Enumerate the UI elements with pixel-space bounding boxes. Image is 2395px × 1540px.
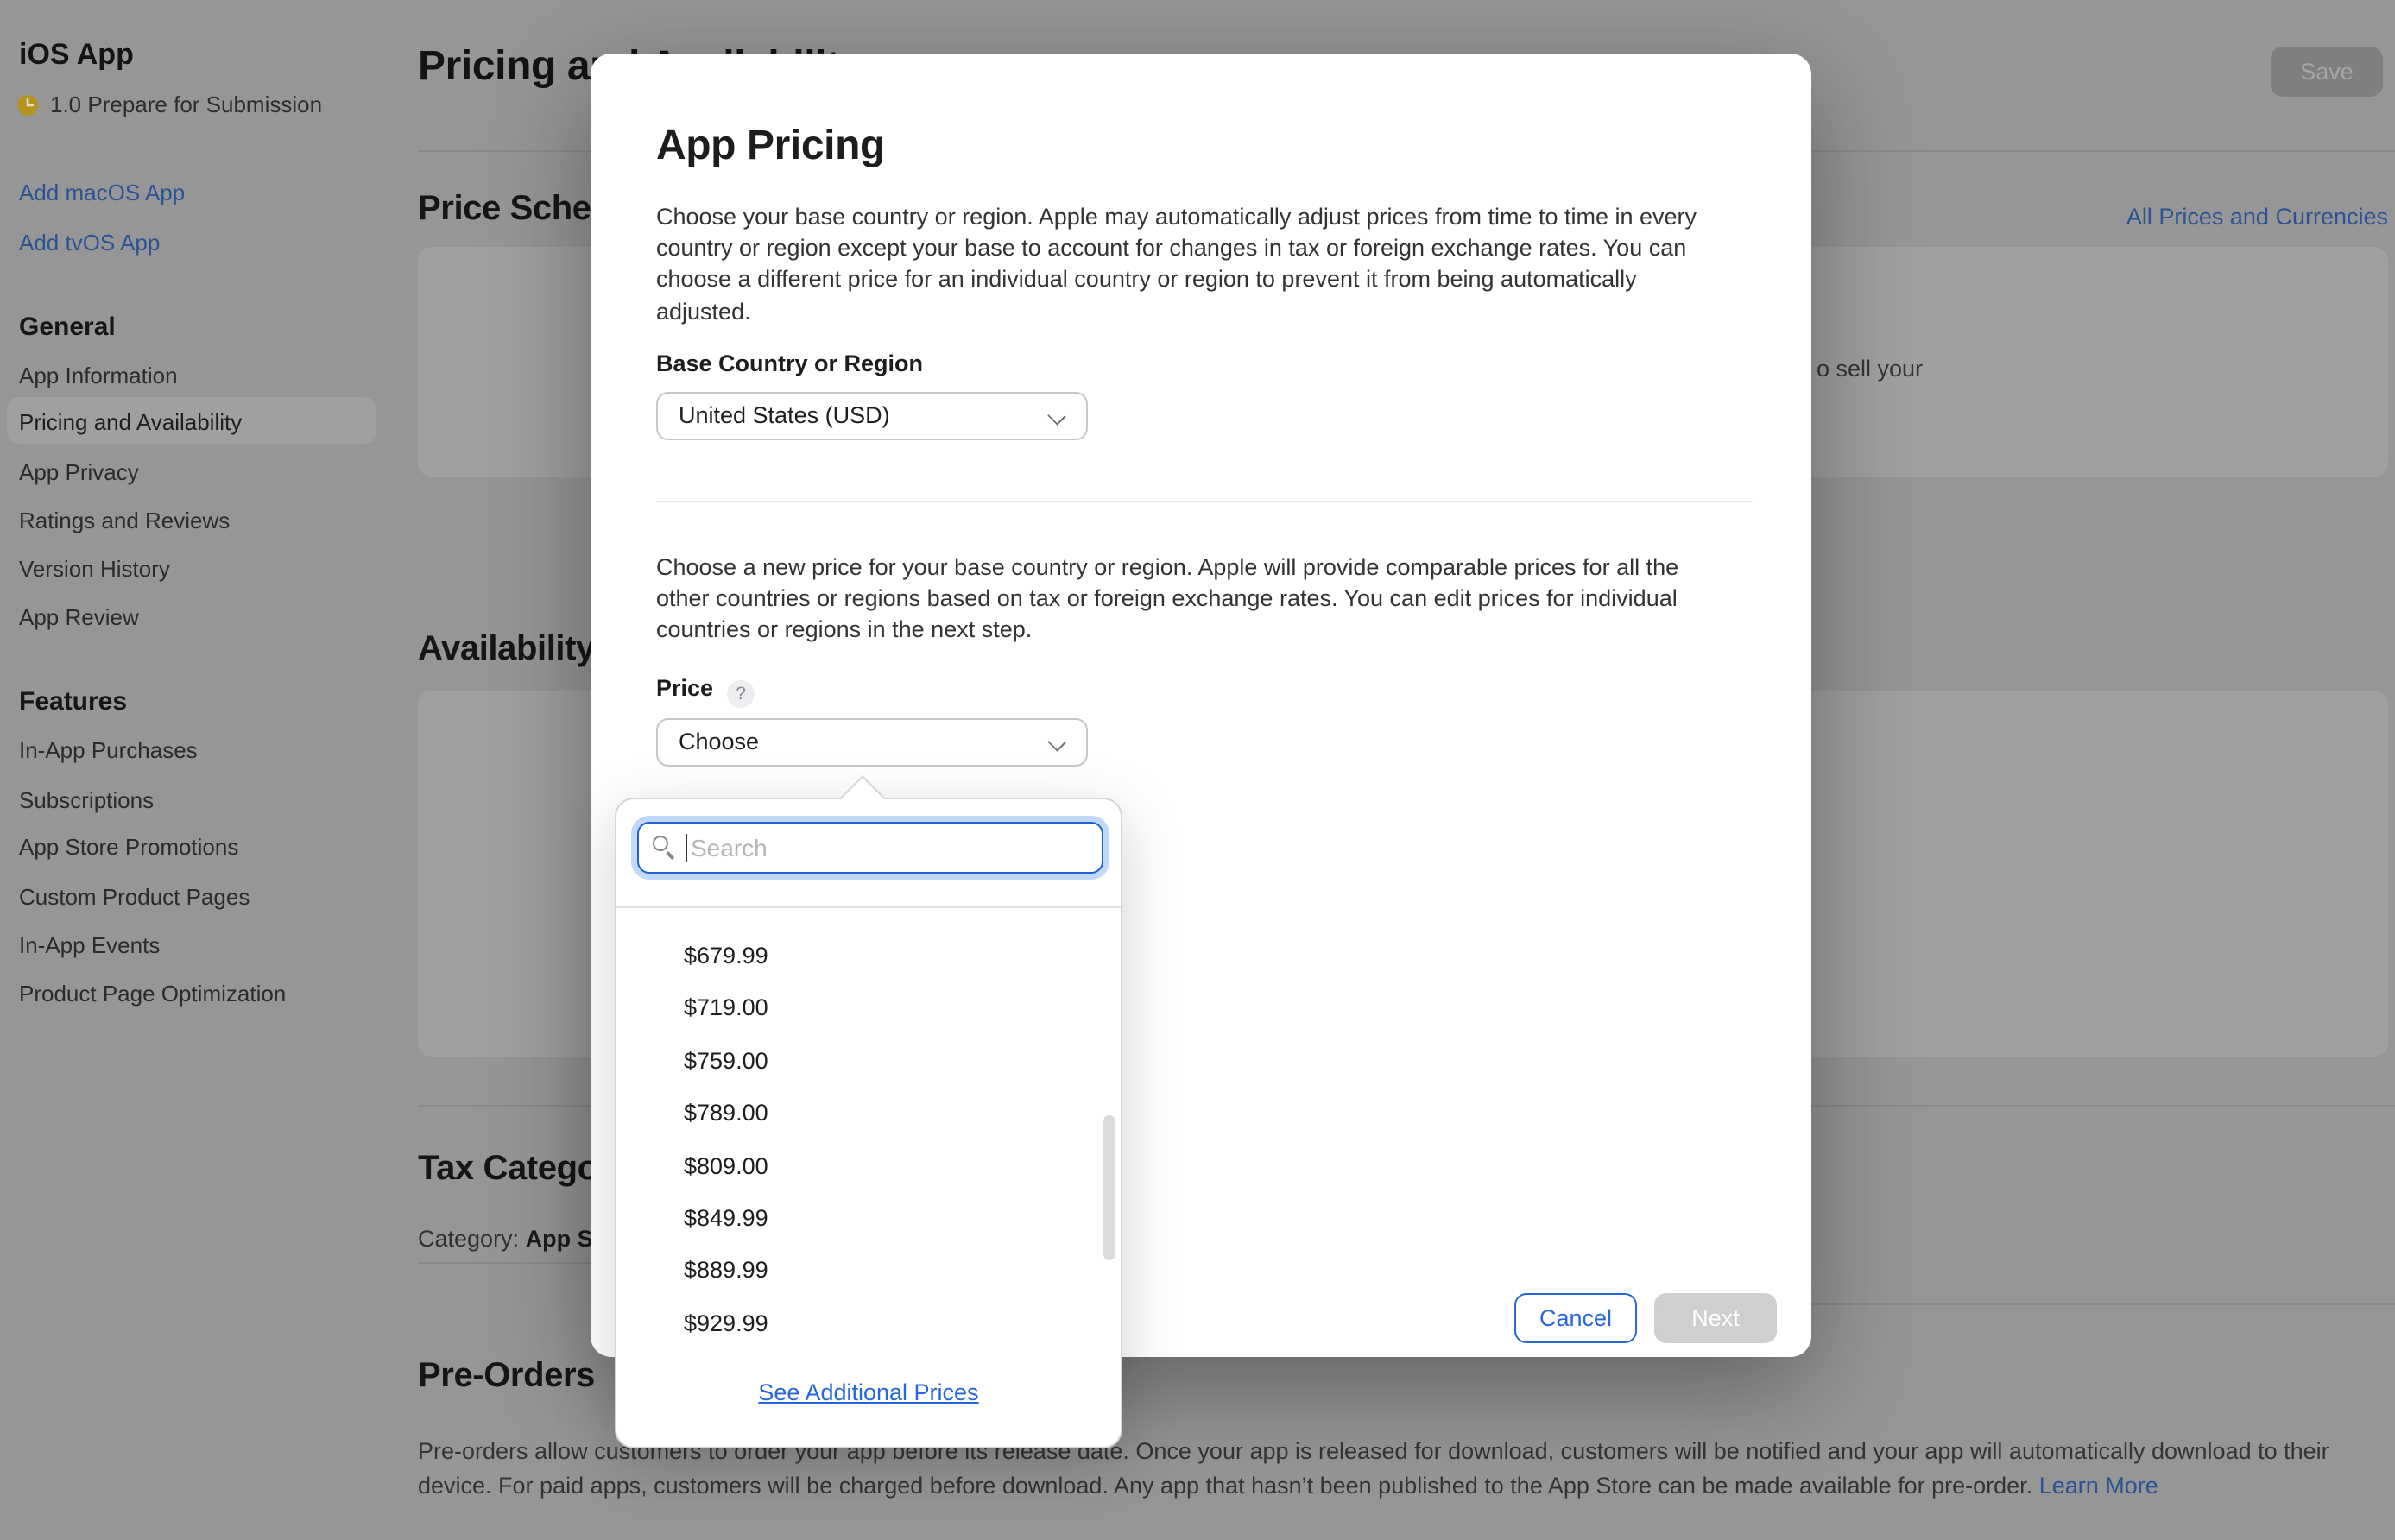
cancel-button[interactable]: Cancel (1514, 1293, 1637, 1343)
intro-line: Choose your base country or region. Appl… (656, 202, 1761, 233)
chevron-down-icon (1047, 733, 1065, 751)
category-value: App S (526, 1226, 593, 1252)
modal-divider (656, 501, 1753, 502)
sidebar-item-in-app-events[interactable]: In-App Events (19, 932, 160, 958)
modal-title: App Pricing (656, 123, 885, 171)
price-option[interactable]: $929.99 (616, 1297, 1121, 1350)
price-select-value: Choose (679, 729, 759, 754)
clock-icon (17, 94, 38, 115)
intro-line: choose a different price for an individu… (656, 265, 1761, 296)
pre-orders-heading: Pre-Orders (418, 1357, 595, 1397)
see-additional-prices-link[interactable]: See Additional Prices (616, 1379, 1121, 1405)
text-cursor (686, 834, 687, 862)
sidebar-section-general: General (19, 312, 116, 342)
price-intro-line: Choose a new price for your base country… (656, 552, 1761, 584)
price-label-text: Price (656, 675, 713, 701)
price-intro-line: other countries or regions based on tax … (656, 584, 1761, 615)
search-input[interactable] (637, 822, 1103, 874)
sidebar-item-subscriptions[interactable]: Subscriptions (19, 787, 154, 813)
sidebar-item-pricing-and-availability[interactable]: Pricing and Availability (19, 409, 242, 435)
intro-line: adjusted. (656, 296, 1761, 327)
base-country-label: Base Country or Region (656, 350, 923, 376)
popover-scrollbar-thumb[interactable] (1103, 1115, 1115, 1260)
price-option[interactable]: $889.99 (616, 1246, 1121, 1298)
add-macos-app-link[interactable]: Add macOS App (19, 180, 185, 205)
popover-divider (616, 906, 1121, 908)
sidebar-section-features: Features (19, 687, 127, 716)
sidebar-item-in-app-purchases[interactable]: In-App Purchases (19, 737, 198, 763)
app-store-connect-screen: iOS App 1.0 Prepare for Submission Add m… (0, 0, 2395, 1540)
price-option[interactable]: $849.99 (616, 1193, 1121, 1246)
search-field-wrap (637, 822, 1103, 874)
search-icon (653, 836, 677, 860)
availability-heading: Availability (418, 630, 595, 670)
learn-more-link[interactable]: Learn More (2039, 1473, 2158, 1499)
price-intro-text: Choose a new price for your base country… (656, 552, 1761, 647)
sidebar-item-product-page-optimization[interactable]: Product Page Optimization (19, 981, 286, 1007)
version-status-label: 1.0 Prepare for Submission (50, 92, 322, 117)
price-dropdown-popover: $679.99 $719.00 $759.00 $789.00 $809.00 … (615, 798, 1122, 1448)
chevron-down-icon (1047, 407, 1065, 425)
version-status: 1.0 Prepare for Submission (17, 92, 322, 117)
sidebar-item-app-store-promotions[interactable]: App Store Promotions (19, 834, 238, 860)
base-country-select[interactable]: United States (USD) (656, 392, 1088, 440)
price-intro-line: countries or regions in the next step. (656, 615, 1761, 647)
sidebar-item-app-review[interactable]: App Review (19, 604, 139, 630)
help-icon[interactable]: ? (727, 680, 755, 708)
sidebar-item-app-information[interactable]: App Information (19, 363, 178, 388)
sidebar-item-app-privacy[interactable]: App Privacy (19, 459, 139, 485)
price-option-list: $679.99 $719.00 $759.00 $789.00 $809.00 … (616, 931, 1121, 1350)
schedule-text-fragment: o sell your (1817, 356, 1923, 382)
add-tvos-app-link[interactable]: Add tvOS App (19, 230, 160, 256)
tax-divider-right (1811, 1303, 2395, 1305)
price-select[interactable]: Choose (656, 718, 1088, 767)
sidebar-item-ratings-and-reviews[interactable]: Ratings and Reviews (19, 508, 230, 533)
modal-intro-text: Choose your base country or region. Appl… (656, 202, 1761, 328)
price-option[interactable]: $679.99 (616, 931, 1121, 983)
price-option[interactable]: $809.00 (616, 1140, 1121, 1193)
price-label: Price? (656, 675, 755, 708)
price-option[interactable]: $759.00 (616, 1036, 1121, 1089)
intro-line: country or region except your base to ac… (656, 233, 1761, 264)
save-button[interactable]: Save (2271, 47, 2383, 97)
sidebar: iOS App 1.0 Prepare for Submission Add m… (0, 0, 392, 1540)
sidebar-item-version-history[interactable]: Version History (19, 556, 170, 582)
base-country-value: United States (USD) (679, 402, 890, 428)
all-prices-and-currencies-link[interactable]: All Prices and Currencies (2126, 204, 2388, 230)
price-option[interactable]: $719.00 (616, 983, 1121, 1036)
pre-orders-line2: device. For paid apps, customers will be… (418, 1473, 2032, 1499)
price-option[interactable]: $789.00 (616, 1088, 1121, 1140)
next-button[interactable]: Next (1654, 1293, 1777, 1343)
sidebar-item-custom-product-pages[interactable]: Custom Product Pages (19, 884, 250, 910)
sidebar-app-title: iOS App (19, 38, 134, 73)
tax-category-row: Category: App S (418, 1226, 593, 1252)
category-label: Category: (418, 1226, 519, 1252)
tax-divider-left (418, 1262, 591, 1264)
